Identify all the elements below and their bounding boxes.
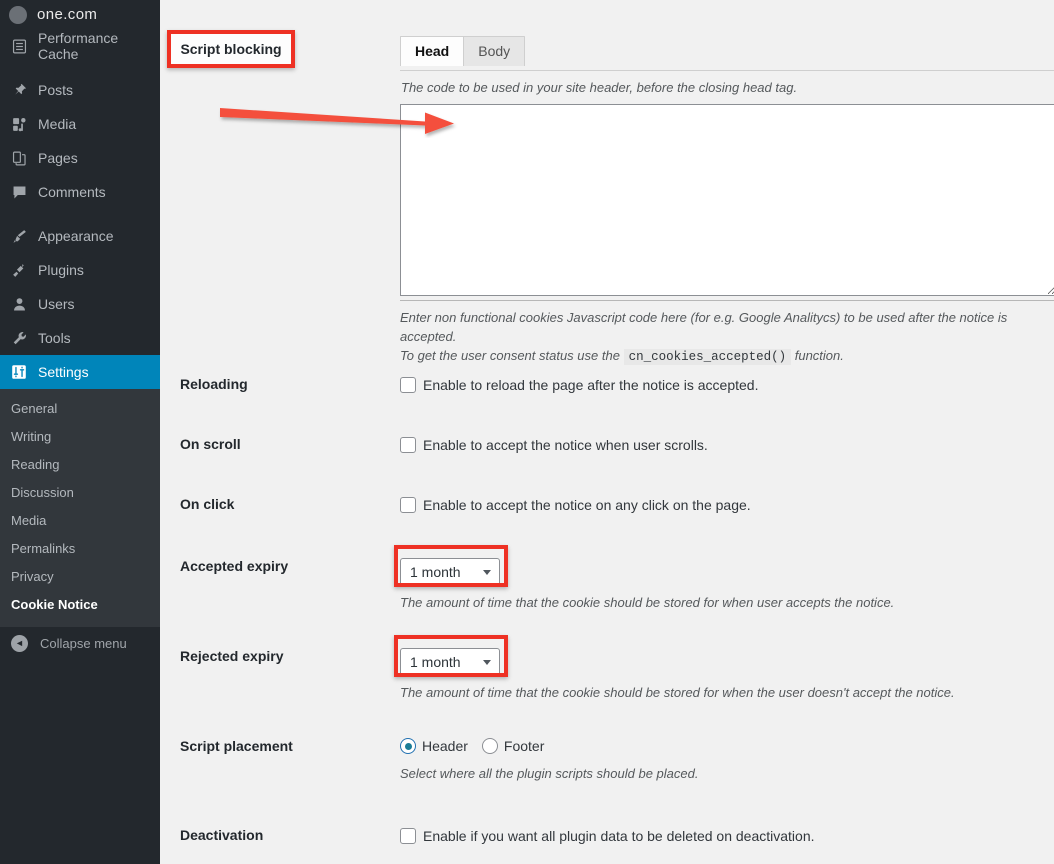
script-placement-label-footer: Footer bbox=[504, 738, 544, 754]
sidebar-item-label: Posts bbox=[38, 82, 73, 98]
sidebar-item-label: Media bbox=[38, 116, 76, 132]
sidebar-item-performance-cache[interactable]: Performance Cache bbox=[0, 29, 160, 63]
row-body: Enable if you want all plugin data to be… bbox=[400, 827, 815, 845]
sidebar-item-label: Users bbox=[38, 296, 75, 312]
on-scroll-checkbox-label: Enable to accept the notice when user sc… bbox=[423, 436, 708, 454]
plug-icon bbox=[9, 260, 29, 280]
sidebar-item-plugins[interactable]: Plugins bbox=[0, 253, 160, 287]
tab-body[interactable]: Body bbox=[463, 36, 525, 66]
chevron-down-icon bbox=[483, 570, 491, 575]
on-click-checkbox-label: Enable to accept the notice on any click… bbox=[423, 496, 751, 514]
row-label: Deactivation bbox=[180, 827, 380, 843]
pages-icon bbox=[9, 148, 29, 168]
sidebar-item-posts[interactable]: Posts bbox=[0, 73, 160, 107]
chevron-down-icon bbox=[483, 660, 491, 665]
row-label: Accepted expiry bbox=[180, 558, 380, 574]
reloading-checkbox[interactable] bbox=[400, 377, 416, 393]
sidebar-item-pages[interactable]: Pages bbox=[0, 141, 160, 175]
on-click-checkbox[interactable] bbox=[400, 497, 416, 513]
sidebar-item-label: Appearance bbox=[38, 228, 114, 244]
chevron-left-icon: ◄ bbox=[11, 635, 28, 652]
on-click-checkbox-row[interactable]: Enable to accept the notice on any click… bbox=[400, 496, 751, 514]
accepted-expiry-value: 1 month bbox=[410, 564, 461, 580]
on-scroll-checkbox-row[interactable]: Enable to accept the notice when user sc… bbox=[400, 436, 708, 454]
annotation-arrow-to-textarea bbox=[218, 104, 463, 138]
row-body: 1 month The amount of time that the cook… bbox=[400, 558, 894, 610]
script-placement-radio-footer[interactable] bbox=[482, 738, 498, 754]
deactivation-checkbox-label: Enable if you want all plugin data to be… bbox=[423, 827, 815, 845]
sidebar-item-cookie-notice[interactable]: Cookie Notice bbox=[0, 591, 160, 619]
wrench-icon bbox=[9, 328, 29, 348]
sidebar-item-appearance[interactable]: Appearance bbox=[0, 219, 160, 253]
user-icon bbox=[9, 294, 29, 314]
row-label: On click bbox=[180, 496, 380, 512]
brush-icon bbox=[9, 226, 29, 246]
script-placement-radio-header[interactable] bbox=[400, 738, 416, 754]
row-body: Enable to accept the notice on any click… bbox=[400, 496, 751, 514]
code-tabs: Head Body bbox=[400, 36, 524, 66]
reloading-checkbox-row[interactable]: Enable to reload the page after the noti… bbox=[400, 376, 758, 394]
server-icon bbox=[9, 36, 29, 56]
code-help-line1: Enter non functional cookies Javascript … bbox=[400, 310, 1007, 344]
sidebar-item-users[interactable]: Users bbox=[0, 287, 160, 321]
sidebar-item-label: Pages bbox=[38, 150, 78, 166]
wordpress-admin-screen: one.com Performance Cache Posts bbox=[0, 0, 1054, 864]
accepted-expiry-description: The amount of time that the cookie shoul… bbox=[400, 595, 894, 610]
row-body: Enable to accept the notice when user sc… bbox=[400, 436, 708, 454]
rejected-expiry-description: The amount of time that the cookie shoul… bbox=[400, 685, 955, 700]
reloading-checkbox-label: Enable to reload the page after the noti… bbox=[423, 376, 758, 394]
rejected-expiry-select[interactable]: 1 month bbox=[400, 648, 500, 676]
script-placement-description: Select where all the plugin scripts shou… bbox=[400, 766, 698, 781]
deactivation-checkbox-row[interactable]: Enable if you want all plugin data to be… bbox=[400, 827, 815, 845]
sidebar-item-media-settings[interactable]: Media bbox=[0, 507, 160, 535]
sidebar-item-reading[interactable]: Reading bbox=[0, 451, 160, 479]
circle-avatar-icon bbox=[9, 6, 27, 24]
head-code-textarea[interactable] bbox=[400, 104, 1054, 296]
collapse-menu-button[interactable]: ◄ Collapse menu bbox=[0, 627, 160, 659]
settings-sliders-icon bbox=[9, 362, 29, 382]
row-label: On scroll bbox=[180, 436, 380, 452]
comment-icon bbox=[9, 182, 29, 202]
row-body: Enable to reload the page after the noti… bbox=[400, 376, 758, 394]
row-label: Rejected expiry bbox=[180, 648, 380, 664]
collapse-menu-label: Collapse menu bbox=[40, 636, 127, 651]
sidebar-item-discussion[interactable]: Discussion bbox=[0, 479, 160, 507]
code-help-line2-post: function. bbox=[795, 348, 844, 363]
row-body: 1 month The amount of time that the cook… bbox=[400, 648, 955, 700]
sidebar-item-permalinks[interactable]: Permalinks bbox=[0, 535, 160, 563]
sidebar-item-general[interactable]: General bbox=[0, 395, 160, 423]
code-help-line2-pre: To get the user consent status use the bbox=[400, 348, 620, 363]
rejected-expiry-value: 1 month bbox=[410, 654, 461, 670]
row-label: Reloading bbox=[180, 376, 380, 392]
row-label: Script placement bbox=[180, 738, 380, 754]
tab-head[interactable]: Head bbox=[400, 36, 464, 66]
sidebar-item-label: Comments bbox=[38, 184, 106, 200]
sidebar-item-settings[interactable]: Settings bbox=[0, 355, 160, 389]
sidebar-brand[interactable]: one.com bbox=[0, 0, 160, 29]
sidebar-item-label: Settings bbox=[38, 364, 89, 380]
sidebar-brand-label: one.com bbox=[37, 6, 97, 23]
row-body: Header Footer Select where all the plugi… bbox=[400, 738, 698, 781]
settings-submenu: General Writing Reading Discussion Media… bbox=[0, 389, 160, 627]
media-icon bbox=[9, 114, 29, 134]
sidebar-item-label: Performance Cache bbox=[38, 30, 160, 62]
sidebar-item-comments[interactable]: Comments bbox=[0, 175, 160, 209]
sidebar-item-writing[interactable]: Writing bbox=[0, 423, 160, 451]
sidebar-item-privacy[interactable]: Privacy bbox=[0, 563, 160, 591]
accepted-expiry-select[interactable]: 1 month bbox=[400, 558, 500, 586]
script-placement-label-header: Header bbox=[422, 738, 468, 754]
sidebar-item-media[interactable]: Media bbox=[0, 107, 160, 141]
on-scroll-checkbox[interactable] bbox=[400, 437, 416, 453]
sidebar-item-tools[interactable]: Tools bbox=[0, 321, 160, 355]
inline-code-snippet: cn_cookies_accepted() bbox=[624, 349, 792, 365]
sidebar-item-label: Plugins bbox=[38, 262, 84, 278]
admin-sidebar: one.com Performance Cache Posts bbox=[0, 0, 160, 864]
head-tab-description: The code to be used in your site header,… bbox=[400, 70, 1054, 105]
pin-icon bbox=[9, 80, 29, 100]
script-placement-radio-group: Header Footer bbox=[400, 738, 698, 754]
deactivation-checkbox[interactable] bbox=[400, 828, 416, 844]
code-help-note: Enter non functional cookies Javascript … bbox=[400, 300, 1054, 367]
sidebar-item-label: Tools bbox=[38, 330, 71, 346]
